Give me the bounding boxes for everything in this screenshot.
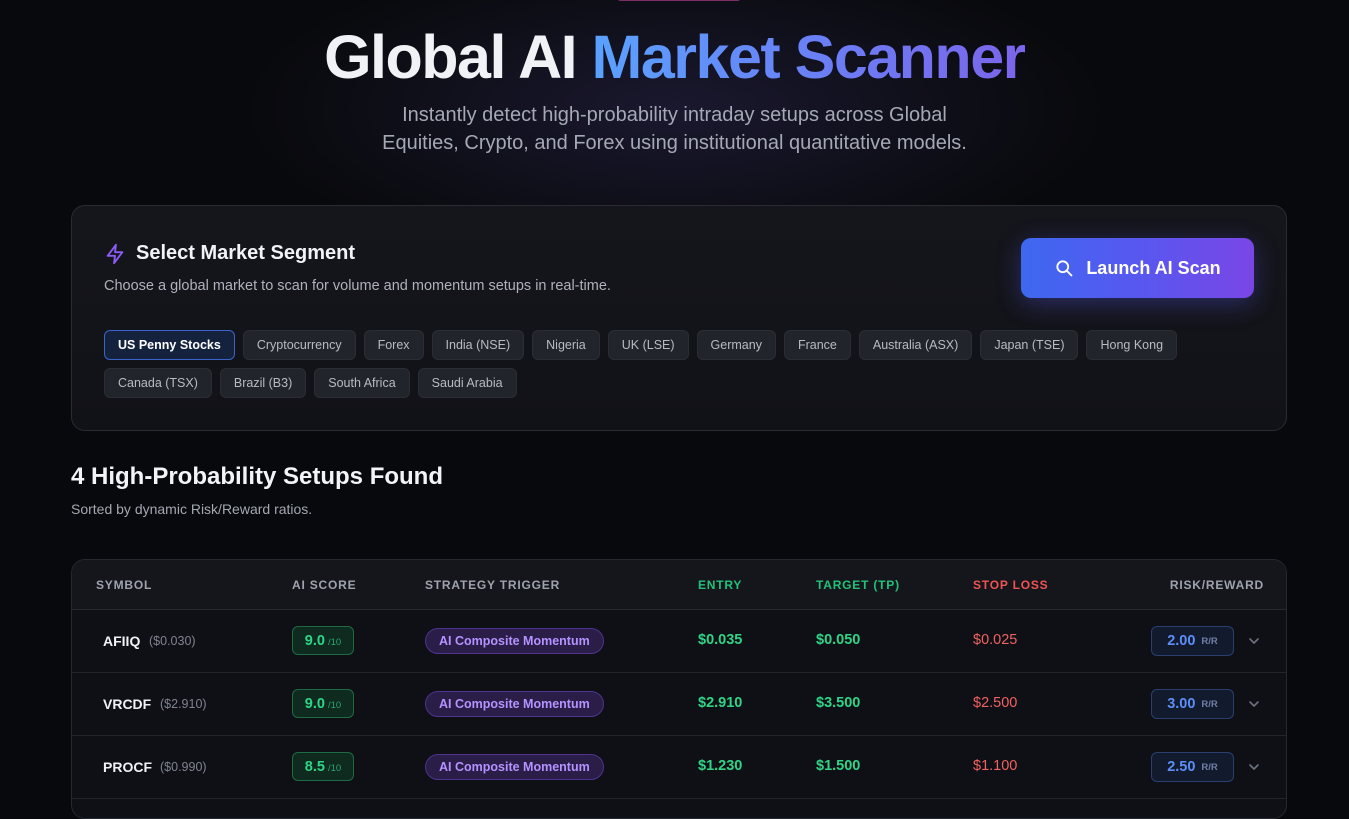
target-price: $0.050 xyxy=(816,632,861,648)
strategy-badge: AI Composite Momentum xyxy=(425,628,604,654)
market-chip-canada-tsx[interactable]: Canada (TSX) xyxy=(104,368,212,398)
ai-score-denominator: /10 xyxy=(327,700,342,711)
market-chip-nigeria[interactable]: Nigeria xyxy=(532,330,600,360)
ai-score-denominator: /10 xyxy=(327,637,342,648)
results-subtitle: Sorted by dynamic Risk/Reward ratios. xyxy=(71,501,313,517)
market-chip-japan-tse[interactable]: Japan (TSE) xyxy=(980,330,1079,360)
col-header-target[interactable]: TARGET (TP) xyxy=(816,578,900,592)
risk-reward-badge: 2.50 R/R xyxy=(1151,752,1234,782)
risk-reward-badge: 2.00 R/R xyxy=(1151,626,1234,656)
results-title: 4 High-Probability Setups Found xyxy=(71,463,443,490)
chevron-down-icon[interactable] xyxy=(1247,760,1261,774)
row-symbol: AFIIQ xyxy=(103,633,141,649)
page-title: Global AI Market Scanner xyxy=(0,22,1349,92)
launch-ai-scan-label: Launch AI Scan xyxy=(1086,257,1221,278)
market-chip-forex[interactable]: Forex xyxy=(363,330,424,360)
setups-table: SYMBOL AI SCORE STRATEGY TRIGGER ENTRY T… xyxy=(71,559,1287,819)
panel-header: Select Market Segment xyxy=(104,242,355,265)
title-primary: Global AI xyxy=(324,23,577,91)
table-row[interactable]: AFIIQ ($0.030) 9.0 /10 AI Composite Mome… xyxy=(72,610,1286,673)
panel-description: Choose a global market to scan for volum… xyxy=(104,278,611,294)
col-header-risk-reward[interactable]: RISK/REWARD xyxy=(1170,578,1264,592)
entry-price: $2.910 xyxy=(698,695,743,711)
risk-reward-unit: R/R xyxy=(1201,698,1218,710)
chevron-down-icon[interactable] xyxy=(1247,634,1261,648)
entry-price: $1.230 xyxy=(698,758,743,774)
table-row[interactable]: VRCDF ($2.910) 9.0 /10 AI Composite Mome… xyxy=(72,673,1286,736)
target-price: $3.500 xyxy=(816,695,861,711)
risk-reward-value: 2.50 xyxy=(1167,759,1196,775)
stop-loss-price: $0.025 xyxy=(973,632,1018,648)
market-segment-panel: Select Market Segment Choose a global ma… xyxy=(71,205,1287,431)
market-chip-brazil-b3[interactable]: Brazil (B3) xyxy=(219,368,307,398)
row-last-price: ($2.910) xyxy=(160,697,207,711)
market-chip-uk-lse[interactable]: UK (LSE) xyxy=(607,330,689,360)
risk-reward-unit: R/R xyxy=(1201,635,1218,647)
ai-score-denominator: /10 xyxy=(327,763,342,774)
entry-price: $0.035 xyxy=(698,632,743,648)
title-highlight: Market Scanner xyxy=(591,23,1027,91)
market-chip-australia-asx[interactable]: Australia (ASX) xyxy=(858,330,973,360)
table-header: SYMBOL AI SCORE STRATEGY TRIGGER ENTRY T… xyxy=(72,560,1286,610)
stop-loss-price: $1.100 xyxy=(973,758,1018,774)
market-chip-hong-kong[interactable]: Hong Kong xyxy=(1086,330,1178,360)
market-chip-cryptocurrency[interactable]: Cryptocurrency xyxy=(242,330,356,360)
strategy-badge: AI Composite Momentum xyxy=(425,691,604,717)
col-header-entry[interactable]: ENTRY xyxy=(698,578,742,592)
col-header-stop-loss[interactable]: STOP LOSS xyxy=(973,578,1048,592)
risk-reward-badge: 3.00 R/R xyxy=(1151,689,1234,719)
table-row[interactable]: PROCF ($0.990) 8.5 /10 AI Composite Mome… xyxy=(72,736,1286,799)
ai-score-value: 8.5 xyxy=(304,759,325,775)
subtitle-line-1: Instantly detect high-probability intrad… xyxy=(402,104,947,126)
page-subtitle: Instantly detect high-probability intrad… xyxy=(340,101,1009,157)
col-header-ai-score[interactable]: AI SCORE xyxy=(292,578,356,592)
col-header-symbol[interactable]: SYMBOL xyxy=(96,578,152,592)
risk-reward-value: 3.00 xyxy=(1167,696,1196,712)
row-symbol: VRCDF xyxy=(103,696,152,712)
ai-score-badge: 9.0 /10 xyxy=(292,626,354,655)
market-chip-germany[interactable]: Germany xyxy=(696,330,776,360)
top-badge xyxy=(617,0,741,1)
bolt-icon xyxy=(106,243,124,264)
strategy-badge: AI Composite Momentum xyxy=(425,754,604,780)
launch-ai-scan-button[interactable]: Launch AI Scan xyxy=(1021,238,1254,298)
risk-reward-value: 2.00 xyxy=(1167,633,1196,649)
market-chip-saudi-arabia[interactable]: Saudi Arabia xyxy=(417,368,517,398)
panel-title: Select Market Segment xyxy=(136,242,355,264)
market-chip-france[interactable]: France xyxy=(783,330,851,360)
col-header-strategy[interactable]: STRATEGY TRIGGER xyxy=(425,578,560,592)
ai-score-badge: 8.5 /10 xyxy=(292,752,354,781)
ai-score-value: 9.0 xyxy=(304,696,325,712)
chevron-down-icon[interactable] xyxy=(1247,697,1261,711)
risk-reward-unit: R/R xyxy=(1201,761,1218,773)
stop-loss-price: $2.500 xyxy=(973,695,1018,711)
search-icon xyxy=(1056,260,1073,277)
market-chip-south-africa[interactable]: South Africa xyxy=(314,368,410,398)
row-symbol: PROCF xyxy=(103,759,152,775)
row-last-price: ($0.030) xyxy=(149,634,196,648)
row-last-price: ($0.990) xyxy=(160,760,207,774)
subtitle-line-2: Equities, Crypto, and Forex using instit… xyxy=(382,132,967,154)
market-chip-list: US Penny Stocks Cryptocurrency Forex Ind… xyxy=(104,330,1204,398)
market-chip-us-penny-stocks[interactable]: US Penny Stocks xyxy=(104,330,235,360)
target-price: $1.500 xyxy=(816,758,861,774)
market-chip-india-nse[interactable]: India (NSE) xyxy=(431,330,525,360)
ai-score-value: 9.0 xyxy=(304,633,325,649)
ai-score-badge: 9.0 /10 xyxy=(292,689,354,718)
